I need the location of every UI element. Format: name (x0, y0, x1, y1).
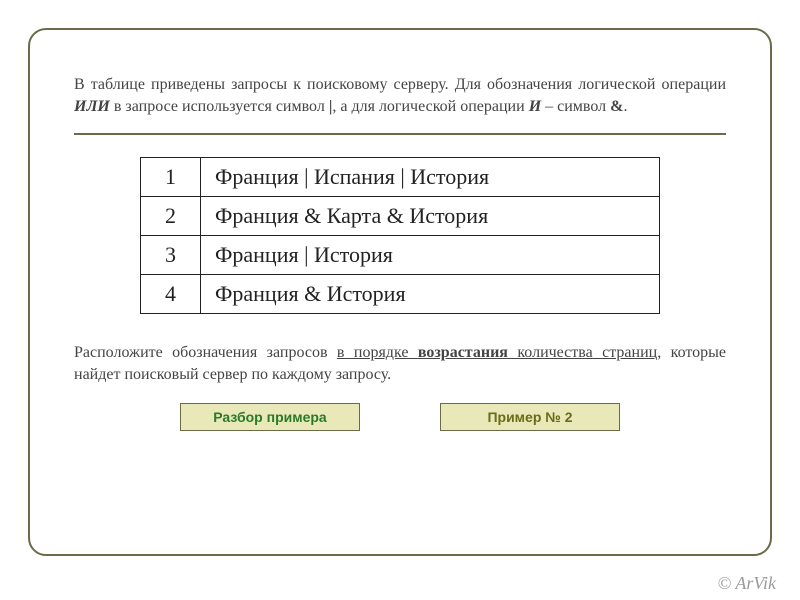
divider (74, 133, 726, 135)
intro-i: И (529, 98, 541, 115)
row-number: 3 (141, 236, 201, 275)
intro-part5: . (623, 98, 627, 115)
intro-part3: , а для логической операции (332, 98, 528, 115)
row-query: Франция | Испания | История (201, 158, 660, 197)
queries-table: 1 Франция | Испания | История 2 Франция … (140, 157, 660, 314)
intro-sym2: & (610, 98, 623, 115)
table-row: 3 Франция | История (141, 236, 660, 275)
table-row: 2 Франция & Карта & История (141, 197, 660, 236)
example-2-button[interactable]: Пример № 2 (440, 403, 620, 431)
content-frame: В таблице приведены запросы к поисковому… (28, 28, 772, 556)
task-text: Расположите обозначения запросов в поряд… (74, 342, 726, 385)
button-row: Разбор примера Пример № 2 (74, 403, 726, 431)
explain-example-button[interactable]: Разбор примера (180, 403, 360, 431)
table-row: 4 Франция & История (141, 275, 660, 314)
row-number: 1 (141, 158, 201, 197)
row-query: Франция & Карта & История (201, 197, 660, 236)
task-part1: Расположите обозначения запросов (74, 344, 337, 361)
intro-text: В таблице приведены запросы к поисковому… (74, 74, 726, 117)
row-query: Франция | История (201, 236, 660, 275)
task-ul2: количества страниц (508, 344, 657, 361)
intro-ili: ИЛИ (74, 98, 110, 115)
copyright: © ArVik (718, 573, 777, 594)
row-number: 4 (141, 275, 201, 314)
task-emph: возрастания (418, 344, 508, 361)
row-number: 2 (141, 197, 201, 236)
task-ul1: в порядке (337, 344, 418, 361)
intro-part4: – символ (541, 98, 610, 115)
intro-part1: В таблице приведены запросы к поисковому… (74, 76, 726, 93)
table-row: 1 Франция | Испания | История (141, 158, 660, 197)
intro-part2: в запросе используется символ (110, 98, 329, 115)
row-query: Франция & История (201, 275, 660, 314)
